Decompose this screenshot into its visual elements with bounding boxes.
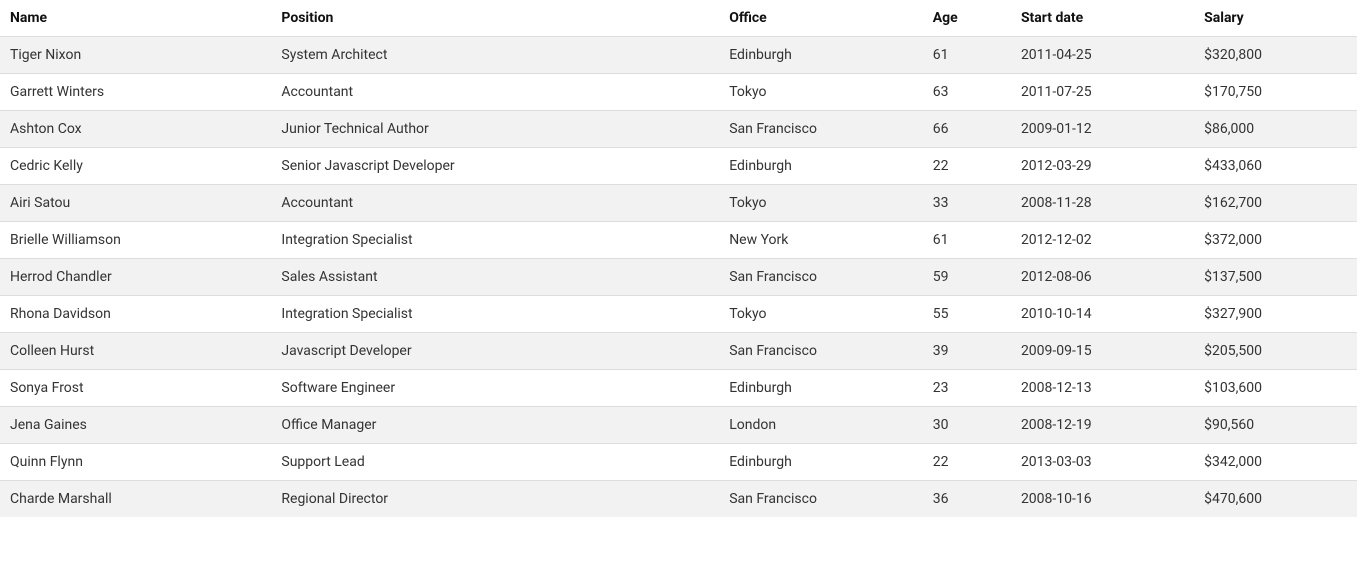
cell-age: 36 bbox=[923, 481, 1011, 518]
cell-age: 22 bbox=[923, 148, 1011, 185]
cell-position: Integration Specialist bbox=[271, 296, 719, 333]
table-row[interactable]: Tiger NixonSystem ArchitectEdinburgh6120… bbox=[0, 37, 1357, 74]
cell-start_date: 2010-10-14 bbox=[1011, 296, 1194, 333]
cell-name: Sonya Frost bbox=[0, 370, 271, 407]
table-row[interactable]: Ashton CoxJunior Technical AuthorSan Fra… bbox=[0, 111, 1357, 148]
cell-position: Integration Specialist bbox=[271, 222, 719, 259]
cell-office: Edinburgh bbox=[719, 444, 923, 481]
cell-salary: $342,000 bbox=[1194, 444, 1357, 481]
cell-office: Tokyo bbox=[719, 74, 923, 111]
cell-name: Herrod Chandler bbox=[0, 259, 271, 296]
cell-start_date: 2009-01-12 bbox=[1011, 111, 1194, 148]
cell-salary: $137,500 bbox=[1194, 259, 1357, 296]
employees-table: Name Position Office Age Start date Sala… bbox=[0, 0, 1357, 517]
cell-start_date: 2012-12-02 bbox=[1011, 222, 1194, 259]
table-row[interactable]: Quinn FlynnSupport LeadEdinburgh222013-0… bbox=[0, 444, 1357, 481]
cell-age: 33 bbox=[923, 185, 1011, 222]
cell-name: Colleen Hurst bbox=[0, 333, 271, 370]
table-row[interactable]: Jena GainesOffice ManagerLondon302008-12… bbox=[0, 407, 1357, 444]
cell-position: Javascript Developer bbox=[271, 333, 719, 370]
col-header-office[interactable]: Office bbox=[719, 0, 923, 37]
cell-age: 61 bbox=[923, 222, 1011, 259]
cell-office: Edinburgh bbox=[719, 370, 923, 407]
cell-office: Tokyo bbox=[719, 185, 923, 222]
cell-start_date: 2008-12-13 bbox=[1011, 370, 1194, 407]
table-header-row: Name Position Office Age Start date Sala… bbox=[0, 0, 1357, 37]
table-row[interactable]: Sonya FrostSoftware EngineerEdinburgh232… bbox=[0, 370, 1357, 407]
col-header-age[interactable]: Age bbox=[923, 0, 1011, 37]
cell-office: London bbox=[719, 407, 923, 444]
col-header-salary[interactable]: Salary bbox=[1194, 0, 1357, 37]
cell-salary: $205,500 bbox=[1194, 333, 1357, 370]
cell-position: Junior Technical Author bbox=[271, 111, 719, 148]
cell-salary: $470,600 bbox=[1194, 481, 1357, 518]
col-header-name[interactable]: Name bbox=[0, 0, 271, 37]
cell-name: Brielle Williamson bbox=[0, 222, 271, 259]
table-row[interactable]: Cedric KellySenior Javascript DeveloperE… bbox=[0, 148, 1357, 185]
cell-start_date: 2009-09-15 bbox=[1011, 333, 1194, 370]
cell-age: 59 bbox=[923, 259, 1011, 296]
cell-start_date: 2011-07-25 bbox=[1011, 74, 1194, 111]
cell-office: San Francisco bbox=[719, 259, 923, 296]
cell-age: 55 bbox=[923, 296, 1011, 333]
cell-name: Tiger Nixon bbox=[0, 37, 271, 74]
table-row[interactable]: Herrod ChandlerSales AssistantSan Franci… bbox=[0, 259, 1357, 296]
cell-position: Software Engineer bbox=[271, 370, 719, 407]
cell-salary: $327,900 bbox=[1194, 296, 1357, 333]
cell-start_date: 2013-03-03 bbox=[1011, 444, 1194, 481]
cell-position: Senior Javascript Developer bbox=[271, 148, 719, 185]
cell-start_date: 2012-03-29 bbox=[1011, 148, 1194, 185]
cell-name: Ashton Cox bbox=[0, 111, 271, 148]
cell-office: Tokyo bbox=[719, 296, 923, 333]
cell-start_date: 2011-04-25 bbox=[1011, 37, 1194, 74]
cell-age: 39 bbox=[923, 333, 1011, 370]
cell-office: San Francisco bbox=[719, 333, 923, 370]
cell-age: 61 bbox=[923, 37, 1011, 74]
cell-age: 63 bbox=[923, 74, 1011, 111]
cell-office: New York bbox=[719, 222, 923, 259]
table-row[interactable]: Airi SatouAccountantTokyo332008-11-28$16… bbox=[0, 185, 1357, 222]
cell-position: Accountant bbox=[271, 185, 719, 222]
cell-salary: $320,800 bbox=[1194, 37, 1357, 74]
col-header-start-date[interactable]: Start date bbox=[1011, 0, 1194, 37]
cell-office: Edinburgh bbox=[719, 37, 923, 74]
cell-name: Cedric Kelly bbox=[0, 148, 271, 185]
cell-name: Garrett Winters bbox=[0, 74, 271, 111]
table-row[interactable]: Brielle WilliamsonIntegration Specialist… bbox=[0, 222, 1357, 259]
cell-start_date: 2008-11-28 bbox=[1011, 185, 1194, 222]
cell-office: San Francisco bbox=[719, 481, 923, 518]
cell-name: Jena Gaines bbox=[0, 407, 271, 444]
cell-salary: $103,600 bbox=[1194, 370, 1357, 407]
cell-office: San Francisco bbox=[719, 111, 923, 148]
cell-start_date: 2012-08-06 bbox=[1011, 259, 1194, 296]
table-row[interactable]: Charde MarshallRegional DirectorSan Fran… bbox=[0, 481, 1357, 518]
table-row[interactable]: Garrett WintersAccountantTokyo632011-07-… bbox=[0, 74, 1357, 111]
cell-name: Charde Marshall bbox=[0, 481, 271, 518]
cell-salary: $433,060 bbox=[1194, 148, 1357, 185]
cell-age: 23 bbox=[923, 370, 1011, 407]
cell-salary: $90,560 bbox=[1194, 407, 1357, 444]
cell-office: Edinburgh bbox=[719, 148, 923, 185]
cell-position: System Architect bbox=[271, 37, 719, 74]
cell-age: 22 bbox=[923, 444, 1011, 481]
cell-age: 30 bbox=[923, 407, 1011, 444]
cell-position: Regional Director bbox=[271, 481, 719, 518]
cell-start_date: 2008-10-16 bbox=[1011, 481, 1194, 518]
cell-position: Accountant bbox=[271, 74, 719, 111]
cell-salary: $162,700 bbox=[1194, 185, 1357, 222]
cell-salary: $170,750 bbox=[1194, 74, 1357, 111]
col-header-position[interactable]: Position bbox=[271, 0, 719, 37]
cell-name: Rhona Davidson bbox=[0, 296, 271, 333]
cell-salary: $372,000 bbox=[1194, 222, 1357, 259]
cell-position: Support Lead bbox=[271, 444, 719, 481]
cell-position: Sales Assistant bbox=[271, 259, 719, 296]
cell-salary: $86,000 bbox=[1194, 111, 1357, 148]
cell-age: 66 bbox=[923, 111, 1011, 148]
table-row[interactable]: Rhona DavidsonIntegration SpecialistToky… bbox=[0, 296, 1357, 333]
cell-position: Office Manager bbox=[271, 407, 719, 444]
cell-name: Airi Satou bbox=[0, 185, 271, 222]
cell-start_date: 2008-12-19 bbox=[1011, 407, 1194, 444]
table-row[interactable]: Colleen HurstJavascript DeveloperSan Fra… bbox=[0, 333, 1357, 370]
cell-name: Quinn Flynn bbox=[0, 444, 271, 481]
